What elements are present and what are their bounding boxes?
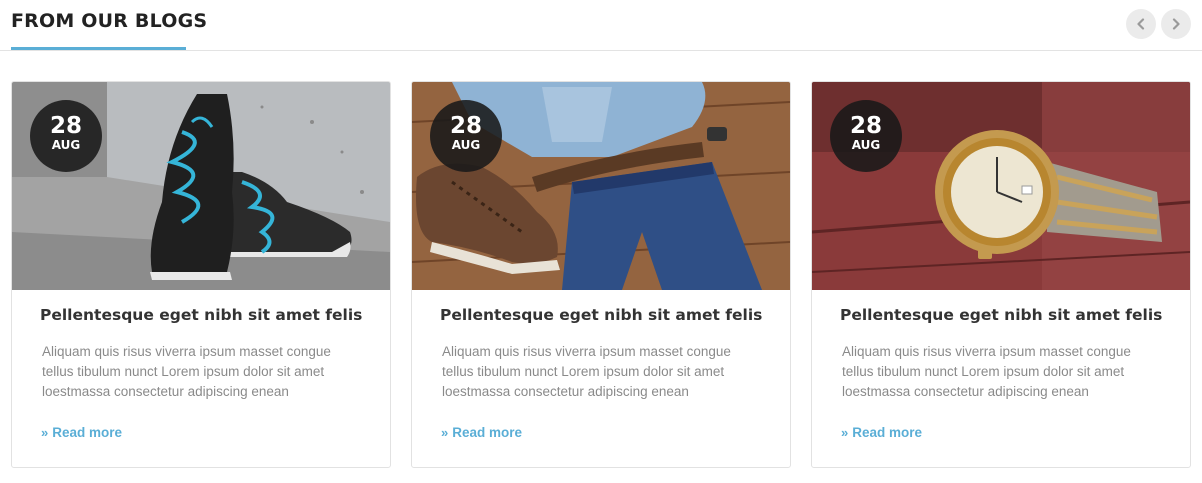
title-underline <box>11 47 186 50</box>
chevron-right-icon <box>1172 18 1180 30</box>
date-badge: 28 AUG <box>430 100 502 172</box>
double-chevron-right-icon: » <box>41 425 48 440</box>
read-more-label: Read more <box>52 425 123 440</box>
date-month: AUG <box>451 138 481 152</box>
read-more-label: Read more <box>452 425 523 440</box>
read-more-label: Read more <box>852 425 923 440</box>
post-title[interactable]: Pellentesque eget nibh sit amet felis <box>440 306 762 324</box>
blog-section-header: FROM OUR BLOGS <box>0 0 1202 51</box>
post-title[interactable]: Pellentesque eget nibh sit amet felis <box>840 306 1162 324</box>
read-more-link[interactable]: » Read more <box>841 425 922 440</box>
blog-card: 28 AUG Pellentesque eget nibh sit amet f… <box>411 81 791 468</box>
date-day: 28 <box>449 113 482 139</box>
post-excerpt: Aliquam quis risus viverra ipsum masset … <box>442 344 731 399</box>
date-badge: 28 AUG <box>830 100 902 172</box>
carousel-next-button[interactable] <box>1161 9 1191 39</box>
date-day: 28 <box>849 113 882 139</box>
post-excerpt: Aliquam quis risus viverra ipsum masset … <box>42 344 331 399</box>
carousel-prev-button[interactable] <box>1126 9 1156 39</box>
section-title: FROM OUR BLOGS <box>11 10 208 32</box>
read-more-link[interactable]: » Read more <box>441 425 522 440</box>
read-more-link[interactable]: » Read more <box>41 425 122 440</box>
date-day: 28 <box>49 113 82 139</box>
post-excerpt: Aliquam quis risus viverra ipsum masset … <box>842 344 1131 399</box>
blog-card: 28 AUG Pellentesque eget nibh sit amet f… <box>811 81 1191 468</box>
chevron-left-icon <box>1137 18 1145 30</box>
date-badge: 28 AUG <box>30 100 102 172</box>
double-chevron-right-icon: » <box>441 425 448 440</box>
date-month: AUG <box>851 138 881 152</box>
date-month: AUG <box>51 138 81 152</box>
blog-card: 28 AUG Pellentesque eget nibh sit amet f… <box>11 81 391 468</box>
double-chevron-right-icon: » <box>841 425 848 440</box>
post-title[interactable]: Pellentesque eget nibh sit amet felis <box>40 306 362 324</box>
